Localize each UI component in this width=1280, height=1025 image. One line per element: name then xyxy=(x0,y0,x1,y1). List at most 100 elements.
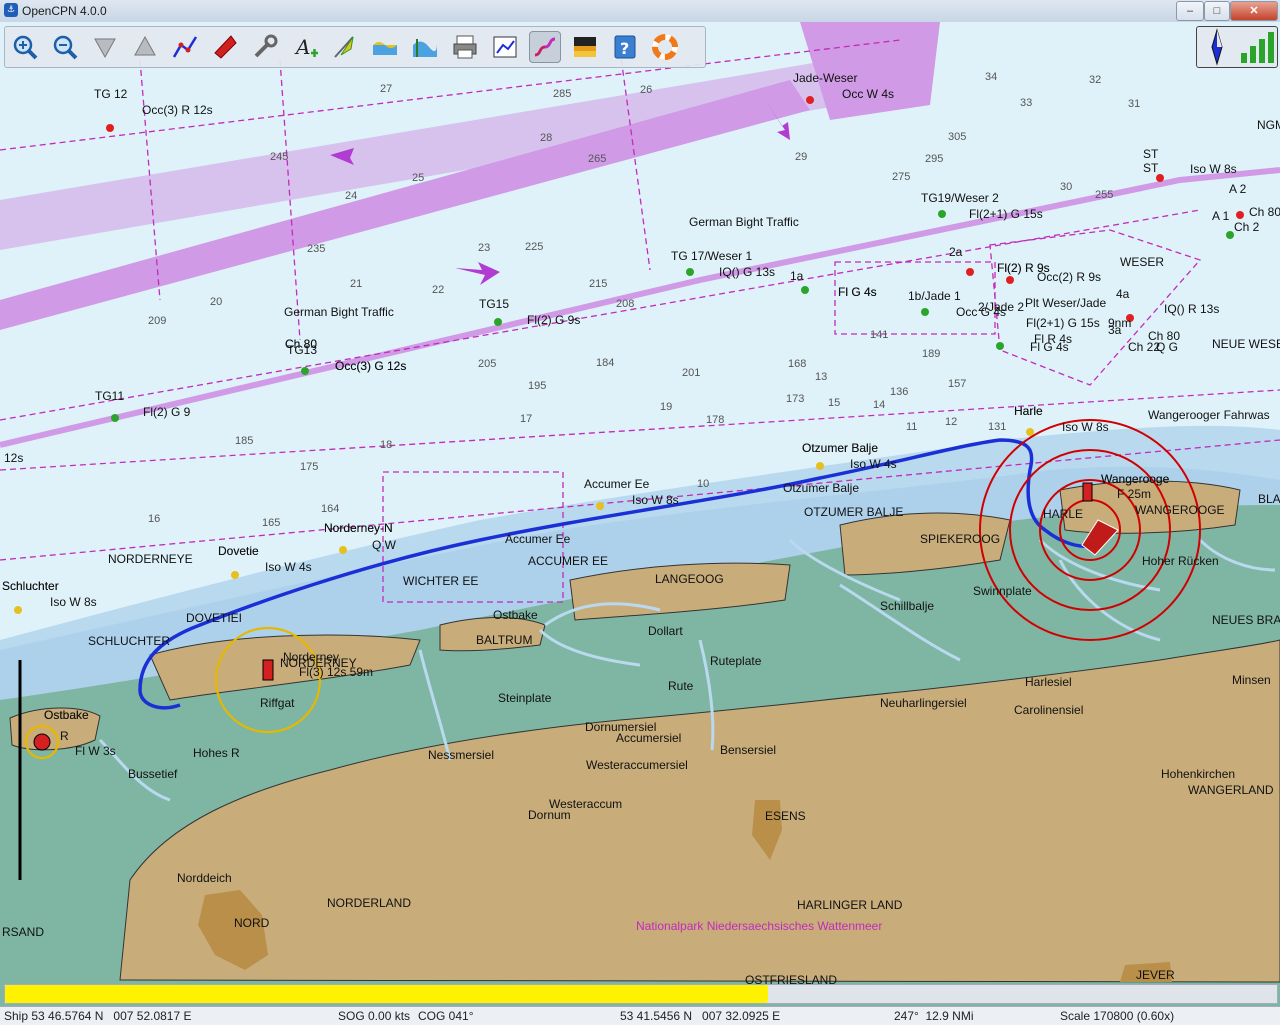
sounding: 30 xyxy=(1060,181,1072,193)
zoom-in-icon[interactable] xyxy=(9,31,41,63)
nautical-chart-canvas[interactable]: NORDERNEYE SCHLUCHTER DOVETIEI NORDERNEY… xyxy=(0,22,1280,1006)
nationalpark-label: Nationalpark Niedersaechsisches Wattenme… xyxy=(636,919,882,933)
place-label: Wangerooger Fahrwas xyxy=(1148,408,1270,422)
sounding: 28 xyxy=(540,132,552,144)
misc-chart-text: 12s xyxy=(4,451,23,465)
text-toggle-icon[interactable]: A xyxy=(289,31,321,63)
place-label: Nessmersiel xyxy=(428,748,494,762)
scale-out-icon[interactable] xyxy=(129,31,161,63)
place-label: Bussetief xyxy=(128,767,178,781)
sounding: 33 xyxy=(1020,97,1032,109)
place-label: Harlesiel xyxy=(1025,675,1072,689)
buoy-light: Fl(2+1) G 15s xyxy=(1026,316,1100,330)
buoy-light: Occ(3) G 12s xyxy=(335,359,406,373)
help-icon[interactable]: ? xyxy=(609,31,641,63)
sounding: 164 xyxy=(321,503,339,515)
buoy-name: TG11 xyxy=(95,389,124,403)
buoy-name: TG15 xyxy=(479,297,509,311)
mob-icon[interactable] xyxy=(649,31,681,63)
buoy-name: Otzumer Balje xyxy=(802,441,878,455)
place-label: Steinplate xyxy=(498,691,552,705)
print-icon[interactable] xyxy=(449,31,481,63)
place-label: Minsen xyxy=(1232,673,1271,687)
window-title: OpenCPN 4.0.0 xyxy=(22,4,107,18)
sounding: 275 xyxy=(892,171,910,183)
lighthouse-light: Fl W 3s xyxy=(75,744,116,758)
buoy-light: Iso W 8s xyxy=(632,493,679,507)
color-scheme-icon[interactable] xyxy=(569,31,601,63)
buoy-name: A 2 xyxy=(1229,182,1247,196)
compass-gps-widget[interactable] xyxy=(1196,26,1278,68)
scale-in-icon[interactable] xyxy=(89,31,121,63)
tide-graph-icon[interactable] xyxy=(409,31,441,63)
buoy-light: Occ(3) R 12s xyxy=(142,103,213,117)
sounding: 285 xyxy=(553,88,571,100)
sounding: 21 xyxy=(350,278,362,290)
sounding: 173 xyxy=(786,393,804,405)
buoy-name: 2/Jade 2 xyxy=(978,300,1024,314)
buoy-name: 1a xyxy=(790,269,804,283)
follow-ship-icon[interactable] xyxy=(209,31,241,63)
svg-text:A: A xyxy=(294,35,310,59)
buoy-name: Accumer Ee xyxy=(584,477,650,491)
close-button[interactable]: ✕ xyxy=(1230,1,1278,21)
sounding: 184 xyxy=(596,357,614,369)
place-label: German Bight Traffic xyxy=(284,305,394,319)
sounding: 20 xyxy=(210,296,222,308)
place-label: German Bight Traffic xyxy=(689,215,799,229)
place-label: WESER xyxy=(1120,255,1164,269)
settings-wrench-icon[interactable] xyxy=(249,31,281,63)
current-icon[interactable] xyxy=(329,31,361,63)
track-icon[interactable] xyxy=(529,31,561,63)
sounding: 23 xyxy=(478,242,490,254)
sounding: 195 xyxy=(528,380,546,392)
sounding: 22 xyxy=(432,284,444,296)
place-label: ST xyxy=(1143,147,1159,161)
place-label: Norddeich xyxy=(177,871,232,885)
place-label: JEVER xyxy=(1136,968,1175,982)
place-label: Accumersiel xyxy=(616,731,681,745)
place-label: NORD xyxy=(234,916,270,930)
buoy-name: 2a xyxy=(949,245,963,259)
sounding: 29 xyxy=(795,151,807,163)
sounding: 14 xyxy=(873,399,885,411)
place-label: WANGEROOGE xyxy=(1135,503,1225,517)
buoy-name: Jade-Weser xyxy=(793,71,857,85)
sounding: 305 xyxy=(948,131,966,143)
buoy-light: Iso W 8s xyxy=(1190,162,1237,176)
place-label: Otzumer Balje xyxy=(783,481,859,495)
status-sog: SOG 0.00 kts xyxy=(338,1009,411,1023)
buoy-name: Schluchter xyxy=(2,579,59,593)
title-bar: ⚓ OpenCPN 4.0.0 – □ ✕ xyxy=(0,0,1280,23)
buoy-light: Iso W 4s xyxy=(265,560,312,574)
lighthouse-name: Wangerooge xyxy=(1101,472,1170,486)
sounding: 265 xyxy=(588,153,606,165)
zoom-out-icon[interactable] xyxy=(49,31,81,63)
place-label: OTZUMER BALJE xyxy=(804,505,903,519)
lighthouse-light: Fl(3) 12s 59m xyxy=(299,665,373,679)
maximize-button[interactable]: □ xyxy=(1204,1,1230,21)
place-label: HARLE xyxy=(1043,507,1083,521)
buoy-name: 4a xyxy=(1116,287,1130,301)
place-label: Westeraccumersiel xyxy=(586,758,688,772)
chart-bar-track[interactable] xyxy=(4,984,1278,1004)
buoy-light: Ch 80 xyxy=(1249,205,1280,219)
minimize-button[interactable]: – xyxy=(1176,1,1204,21)
sounding: 15 xyxy=(828,397,840,409)
place-label: NGM xyxy=(1257,118,1280,132)
buoy-light: IQ() G 13s xyxy=(719,265,775,279)
route-manager-icon[interactable] xyxy=(489,31,521,63)
buoy-name: Dovetie xyxy=(218,544,259,558)
status-scale: Scale 170800 (0.60x) xyxy=(1060,1009,1175,1023)
tide-icon[interactable] xyxy=(369,31,401,63)
compass-rose-icon xyxy=(1211,28,1223,66)
buoy-light: Q W xyxy=(372,538,397,552)
place-label: Hohenkirchen xyxy=(1161,767,1235,781)
place-label: RSAND xyxy=(2,925,44,939)
sounding: 245 xyxy=(270,151,288,163)
misc-chart-text: Fl G 4s xyxy=(838,285,877,299)
place-label: Dornum xyxy=(528,808,571,822)
status-cursor-position: 53 41.5456 N 007 32.0925 E xyxy=(620,1009,781,1023)
sounding: 235 xyxy=(307,243,325,255)
route-icon[interactable] xyxy=(169,31,201,63)
